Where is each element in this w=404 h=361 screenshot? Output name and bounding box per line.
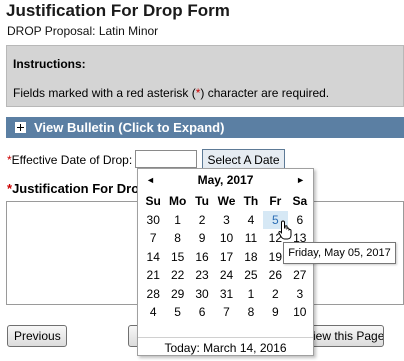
calendar-day[interactable]: 6 (190, 303, 214, 322)
justification-label: *Justification For Dro (7, 181, 139, 196)
calendar-day[interactable]: 29 (165, 285, 189, 304)
hand-cursor-icon (278, 220, 292, 240)
calendar-day[interactable]: 31 (214, 285, 238, 304)
previous-button[interactable]: Previous (7, 325, 67, 347)
next-month-icon[interactable]: ► (296, 175, 305, 185)
calendar-day[interactable]: 22 (165, 266, 189, 285)
instructions-text: Fields marked with a red asterisk (*) ch… (13, 86, 329, 100)
calendar-day[interactable]: 15 (165, 248, 189, 267)
weekday-header: Tu (195, 194, 209, 208)
effective-date-label: *Effective Date of Drop: (7, 153, 132, 167)
calendar-day[interactable]: 4 (239, 211, 263, 230)
calendar-day[interactable]: 28 (141, 285, 165, 304)
calendar-day[interactable]: 1 (239, 285, 263, 304)
calendar-day[interactable]: 10 (214, 229, 238, 248)
calendar-day[interactable]: 30 (141, 211, 165, 230)
weekday-header: Fr (269, 194, 282, 208)
date-tooltip: Friday, May 05, 2017 (283, 242, 396, 264)
calendar-day[interactable]: 9 (190, 229, 214, 248)
instructions-panel: Instructions: Fields marked with a red a… (6, 45, 404, 107)
calendar-day[interactable]: 8 (239, 303, 263, 322)
instructions-text-after: ) character are required. (200, 86, 330, 100)
calendar-day[interactable]: 30 (190, 285, 214, 304)
calendar-day[interactable]: 8 (165, 229, 189, 248)
instructions-text-before: Fields marked with a red asterisk ( (13, 86, 196, 100)
calendar-day[interactable]: 10 (288, 303, 312, 322)
justification-label-text: Justification For Dro (12, 181, 140, 196)
calendar-day[interactable]: 21 (141, 266, 165, 285)
calendar-day[interactable]: 26 (263, 266, 287, 285)
weekday-header: Th (243, 194, 259, 208)
calendar-day[interactable]: 3 (214, 211, 238, 230)
plus-box-icon (15, 122, 26, 133)
calendar-day[interactable]: 4 (141, 303, 165, 322)
calendar-day[interactable]: 18 (239, 248, 263, 267)
calendar-day[interactable]: 27 (288, 266, 312, 285)
bulletin-label: View Bulletin (Click to Expand) (34, 120, 225, 135)
calendar-day[interactable]: 23 (190, 266, 214, 285)
calendar-day[interactable]: 3 (288, 285, 312, 304)
weekday-header: Su (145, 194, 161, 208)
calendar-day[interactable]: 11 (239, 229, 263, 248)
calendar-day[interactable]: 2 (263, 285, 287, 304)
select-date-button[interactable]: Select A Date (202, 149, 285, 170)
calendar-day[interactable]: 2 (190, 211, 214, 230)
calendar-day[interactable]: 16 (190, 248, 214, 267)
page-title: Justification For Drop Form (6, 1, 230, 20)
weekday-header: Sa (292, 194, 308, 208)
page-subtitle: DROP Proposal: Latin Minor (7, 24, 159, 38)
calendar-month-label: May, 2017 (197, 173, 254, 187)
calendar-day[interactable]: 14 (141, 248, 165, 267)
calendar-day[interactable]: 1 (165, 211, 189, 230)
calendar-day[interactable]: 7 (214, 303, 238, 322)
effective-date-label-text: Effective Date of Drop: (11, 153, 133, 167)
calendar-day[interactable]: 17 (214, 248, 238, 267)
calendar-day[interactable]: 5 (165, 303, 189, 322)
calendar-day[interactable]: 7 (141, 229, 165, 248)
calendar-day[interactable]: 9 (263, 303, 287, 322)
weekday-header: Mo (168, 194, 187, 208)
instructions-heading: Instructions: (13, 57, 86, 71)
today-link[interactable]: Today: March 14, 2016 (138, 337, 313, 355)
calendar-day[interactable]: 24 (214, 266, 238, 285)
effective-date-input[interactable] (135, 150, 197, 168)
weekday-header: We (217, 194, 236, 208)
calendar-day[interactable]: 25 (239, 266, 263, 285)
view-bulletin-toggle[interactable]: View Bulletin (Click to Expand) (6, 117, 404, 138)
